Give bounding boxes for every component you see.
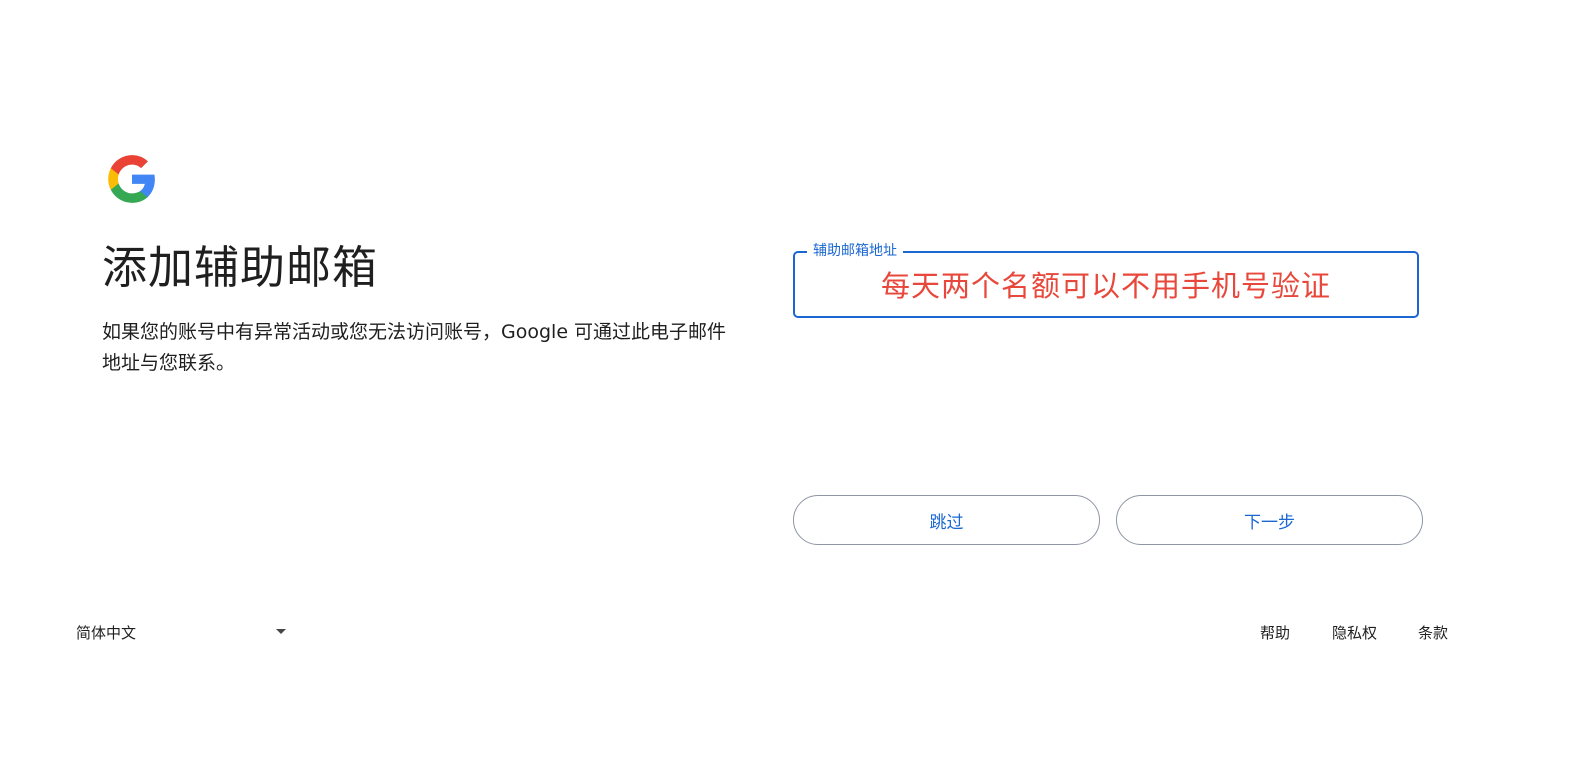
recovery-email-field[interactable]: 辅助邮箱地址: [793, 242, 1419, 318]
next-button[interactable]: 下一步: [1116, 495, 1423, 545]
terms-link[interactable]: 条款: [1418, 620, 1448, 644]
page-title: 添加辅助邮箱: [102, 241, 379, 294]
dropdown-arrow-icon: [276, 629, 286, 634]
language-label: 简体中文: [76, 623, 137, 642]
google-logo-icon: [108, 155, 155, 203]
language-selector[interactable]: 简体中文: [76, 620, 290, 644]
skip-button[interactable]: 跳过: [793, 495, 1100, 545]
help-link[interactable]: 帮助: [1260, 620, 1290, 644]
page: 添加辅助邮箱 如果您的账号中有异常活动或您无法访问账号，Google 可通过此电…: [0, 0, 1578, 772]
page-description: 如果您的账号中有异常活动或您无法访问账号，Google 可通过此电子邮件地址与您…: [102, 321, 727, 374]
recovery-email-label: 辅助邮箱地址: [807, 242, 903, 260]
recovery-email-input[interactable]: [795, 265, 1417, 307]
privacy-link[interactable]: 隐私权: [1332, 620, 1377, 644]
